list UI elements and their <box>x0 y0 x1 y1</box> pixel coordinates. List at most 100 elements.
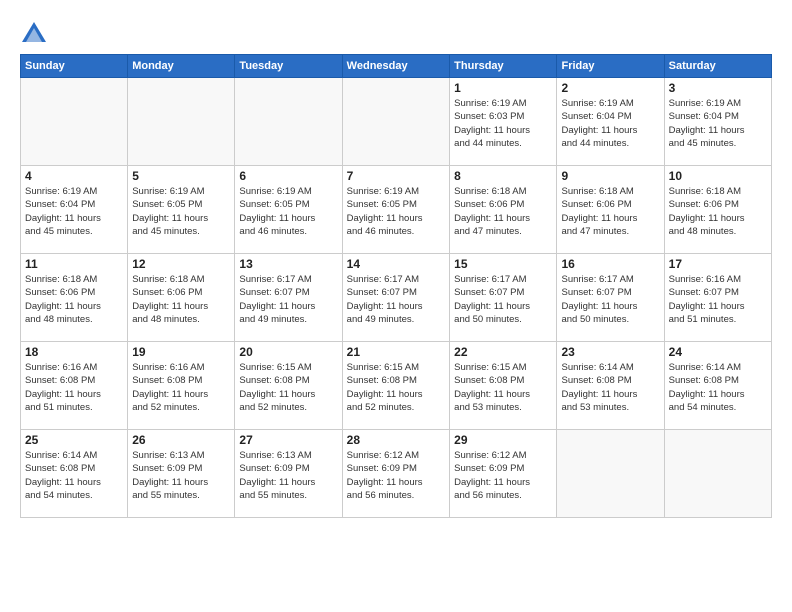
day-info: Sunrise: 6:17 AM Sunset: 6:07 PM Dayligh… <box>454 273 552 326</box>
logo-icon <box>20 20 48 48</box>
calendar-table: SundayMondayTuesdayWednesdayThursdayFrid… <box>20 54 772 518</box>
day-number: 12 <box>132 257 230 271</box>
day-cell: 3Sunrise: 6:19 AM Sunset: 6:04 PM Daylig… <box>664 78 771 166</box>
day-info: Sunrise: 6:16 AM Sunset: 6:08 PM Dayligh… <box>132 361 230 414</box>
day-number: 14 <box>347 257 445 271</box>
day-number: 5 <box>132 169 230 183</box>
day-number: 27 <box>239 433 337 447</box>
day-cell: 19 Sunrise: 6:16 AM Sunset: 6:08 PM Dayli… <box>128 342 235 430</box>
day-cell: 10Sunrise: 6:18 AM Sunset: 6:06 PM Dayli… <box>664 166 771 254</box>
day-cell: 22 Sunrise: 6:15 AM Sunset: 6:08 PM Dayli… <box>450 342 557 430</box>
day-cell: 23 Sunrise: 6:14 AM Sunset: 6:08 PM Dayli… <box>557 342 664 430</box>
day-number: 11 <box>25 257 123 271</box>
day-number: 8 <box>454 169 552 183</box>
day-info: Sunrise: 6:19 AM Sunset: 6:03 PM Dayligh… <box>454 97 552 150</box>
header-cell-monday: Monday <box>128 55 235 78</box>
day-info: Sunrise: 6:15 AM Sunset: 6:08 PM Dayligh… <box>454 361 552 414</box>
day-cell: 5 Sunrise: 6:19 AM Sunset: 6:05 PM Daylig… <box>128 166 235 254</box>
day-info: Sunrise: 6:14 AM Sunset: 6:08 PM Dayligh… <box>25 449 123 502</box>
day-number: 24 <box>669 345 767 359</box>
day-cell <box>557 430 664 518</box>
day-cell: 15 Sunrise: 6:17 AM Sunset: 6:07 PM Dayli… <box>450 254 557 342</box>
day-cell: 1 Sunrise: 6:19 AM Sunset: 6:03 PM Daylig… <box>450 78 557 166</box>
day-number: 18 <box>25 345 123 359</box>
day-info: Sunrise: 6:16 AM Sunset: 6:08 PM Dayligh… <box>25 361 123 414</box>
day-info: Sunrise: 6:15 AM Sunset: 6:08 PM Dayligh… <box>239 361 337 414</box>
day-info: Sunrise: 6:18 AM Sunset: 6:06 PM Dayligh… <box>132 273 230 326</box>
day-cell: 28Sunrise: 6:12 AM Sunset: 6:09 PM Dayli… <box>342 430 449 518</box>
day-number: 13 <box>239 257 337 271</box>
day-info: Sunrise: 6:14 AM Sunset: 6:08 PM Dayligh… <box>561 361 659 414</box>
day-info: Sunrise: 6:18 AM Sunset: 6:06 PM Dayligh… <box>669 185 767 238</box>
day-number: 7 <box>347 169 445 183</box>
header-cell-sunday: Sunday <box>21 55 128 78</box>
page: SundayMondayTuesdayWednesdayThursdayFrid… <box>0 0 792 528</box>
day-cell: 17 Sunrise: 6:16 AM Sunset: 6:07 PM Dayli… <box>664 254 771 342</box>
day-info: Sunrise: 6:19 AM Sunset: 6:04 PM Dayligh… <box>25 185 123 238</box>
day-cell: 11 Sunrise: 6:18 AM Sunset: 6:06 PM Dayli… <box>21 254 128 342</box>
day-cell: 18 Sunrise: 6:16 AM Sunset: 6:08 PM Dayli… <box>21 342 128 430</box>
week-row-3: 11 Sunrise: 6:18 AM Sunset: 6:06 PM Dayli… <box>21 254 772 342</box>
header-cell-saturday: Saturday <box>664 55 771 78</box>
day-number: 2 <box>561 81 659 95</box>
week-row-2: 4 Sunrise: 6:19 AM Sunset: 6:04 PM Daylig… <box>21 166 772 254</box>
day-cell: 8Sunrise: 6:18 AM Sunset: 6:06 PM Daylig… <box>450 166 557 254</box>
week-row-4: 18 Sunrise: 6:16 AM Sunset: 6:08 PM Dayli… <box>21 342 772 430</box>
week-row-5: 25 Sunrise: 6:14 AM Sunset: 6:08 PM Dayli… <box>21 430 772 518</box>
day-cell: 14Sunrise: 6:17 AM Sunset: 6:07 PM Dayli… <box>342 254 449 342</box>
day-cell: 26 Sunrise: 6:13 AM Sunset: 6:09 PM Dayli… <box>128 430 235 518</box>
day-info: Sunrise: 6:13 AM Sunset: 6:09 PM Dayligh… <box>132 449 230 502</box>
day-cell: 9 Sunrise: 6:18 AM Sunset: 6:06 PM Daylig… <box>557 166 664 254</box>
logo <box>20 20 52 48</box>
calendar-header-row: SundayMondayTuesdayWednesdayThursdayFrid… <box>21 55 772 78</box>
header <box>20 16 772 48</box>
day-cell: 29 Sunrise: 6:12 AM Sunset: 6:09 PM Dayli… <box>450 430 557 518</box>
day-info: Sunrise: 6:19 AM Sunset: 6:04 PM Dayligh… <box>561 97 659 150</box>
day-info: Sunrise: 6:19 AM Sunset: 6:05 PM Dayligh… <box>239 185 337 238</box>
day-info: Sunrise: 6:16 AM Sunset: 6:07 PM Dayligh… <box>669 273 767 326</box>
day-info: Sunrise: 6:19 AM Sunset: 6:04 PM Dayligh… <box>669 97 767 150</box>
day-cell: 12 Sunrise: 6:18 AM Sunset: 6:06 PM Dayli… <box>128 254 235 342</box>
day-number: 15 <box>454 257 552 271</box>
day-number: 6 <box>239 169 337 183</box>
day-info: Sunrise: 6:18 AM Sunset: 6:06 PM Dayligh… <box>25 273 123 326</box>
day-info: Sunrise: 6:14 AM Sunset: 6:08 PM Dayligh… <box>669 361 767 414</box>
day-number: 22 <box>454 345 552 359</box>
header-cell-thursday: Thursday <box>450 55 557 78</box>
day-cell <box>342 78 449 166</box>
day-cell: 2 Sunrise: 6:19 AM Sunset: 6:04 PM Daylig… <box>557 78 664 166</box>
week-row-1: 1 Sunrise: 6:19 AM Sunset: 6:03 PM Daylig… <box>21 78 772 166</box>
day-cell: 7 Sunrise: 6:19 AM Sunset: 6:05 PM Daylig… <box>342 166 449 254</box>
day-number: 29 <box>454 433 552 447</box>
day-cell: 13 Sunrise: 6:17 AM Sunset: 6:07 PM Dayli… <box>235 254 342 342</box>
day-info: Sunrise: 6:19 AM Sunset: 6:05 PM Dayligh… <box>347 185 445 238</box>
day-number: 28 <box>347 433 445 447</box>
day-info: Sunrise: 6:18 AM Sunset: 6:06 PM Dayligh… <box>561 185 659 238</box>
day-info: Sunrise: 6:19 AM Sunset: 6:05 PM Dayligh… <box>132 185 230 238</box>
day-cell <box>664 430 771 518</box>
day-number: 21 <box>347 345 445 359</box>
day-number: 17 <box>669 257 767 271</box>
header-cell-friday: Friday <box>557 55 664 78</box>
day-number: 25 <box>25 433 123 447</box>
day-number: 4 <box>25 169 123 183</box>
day-info: Sunrise: 6:13 AM Sunset: 6:09 PM Dayligh… <box>239 449 337 502</box>
day-number: 1 <box>454 81 552 95</box>
day-cell: 27 Sunrise: 6:13 AM Sunset: 6:09 PM Dayli… <box>235 430 342 518</box>
day-number: 23 <box>561 345 659 359</box>
day-cell: 16Sunrise: 6:17 AM Sunset: 6:07 PM Dayli… <box>557 254 664 342</box>
day-cell <box>21 78 128 166</box>
header-cell-wednesday: Wednesday <box>342 55 449 78</box>
day-cell <box>235 78 342 166</box>
day-cell: 21Sunrise: 6:15 AM Sunset: 6:08 PM Dayli… <box>342 342 449 430</box>
day-cell: 25 Sunrise: 6:14 AM Sunset: 6:08 PM Dayli… <box>21 430 128 518</box>
header-cell-tuesday: Tuesday <box>235 55 342 78</box>
day-cell <box>128 78 235 166</box>
day-number: 19 <box>132 345 230 359</box>
day-number: 9 <box>561 169 659 183</box>
day-cell: 6 Sunrise: 6:19 AM Sunset: 6:05 PM Daylig… <box>235 166 342 254</box>
day-info: Sunrise: 6:12 AM Sunset: 6:09 PM Dayligh… <box>454 449 552 502</box>
day-info: Sunrise: 6:17 AM Sunset: 6:07 PM Dayligh… <box>239 273 337 326</box>
day-number: 26 <box>132 433 230 447</box>
day-cell: 20Sunrise: 6:15 AM Sunset: 6:08 PM Dayli… <box>235 342 342 430</box>
